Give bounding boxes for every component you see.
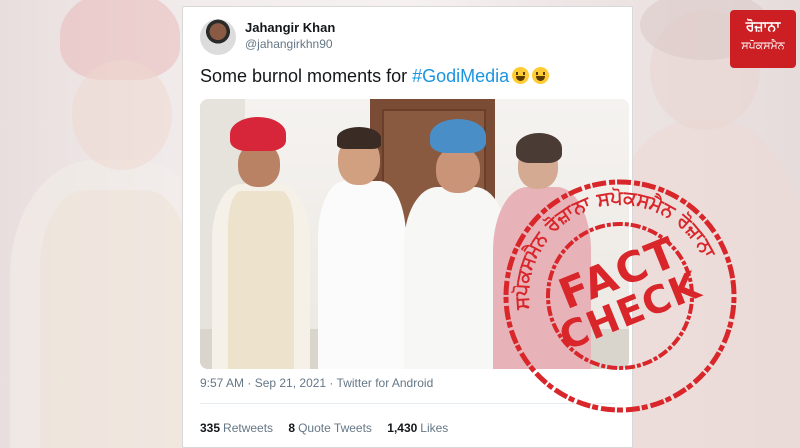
tweet-timestamp[interactable]: 9:57 AM · Sep 21, 2021 · Twitter for And… [200, 376, 433, 390]
logo-line1: ਰੋਜ਼ਾਨਾ [745, 19, 781, 35]
tweet-text: Some burnol moments for #GodiMedia [200, 66, 550, 87]
author-name[interactable]: Jahangir Khan [245, 20, 335, 35]
quote-tweets-stat[interactable]: 8 Quote Tweets [288, 421, 372, 435]
tweet-stats: 335 Retweets 8 Quote Tweets 1,430 Likes [200, 421, 460, 435]
hashtag-link[interactable]: #GodiMedia [412, 66, 509, 86]
author-handle[interactable]: @jahangirkhn90 [245, 37, 333, 51]
logo-line2: ਸਪੋਕਸਮੈਨ [741, 39, 785, 52]
fact-check-stamp: ਸਪੋਕਸਮੈਨ ਰੋਜ਼ਾਨਾ ਸਪੋਕਸਮੈਨ ਰੋਜ਼ਾਨਾ FACT C… [487, 163, 754, 430]
likes-stat[interactable]: 1,430 Likes [387, 421, 448, 435]
rozana-spokesman-logo: ਰੋਜ਼ਾਨਾ ਸਪੋਕਸਮੈਨ [730, 10, 796, 68]
retweets-stat[interactable]: 335 Retweets [200, 421, 273, 435]
tweet-text-body: Some burnol moments for [200, 66, 413, 86]
grinning-face-emoji-icon [512, 67, 530, 84]
avatar[interactable] [200, 19, 236, 55]
grinning-face-emoji-icon [532, 67, 550, 84]
